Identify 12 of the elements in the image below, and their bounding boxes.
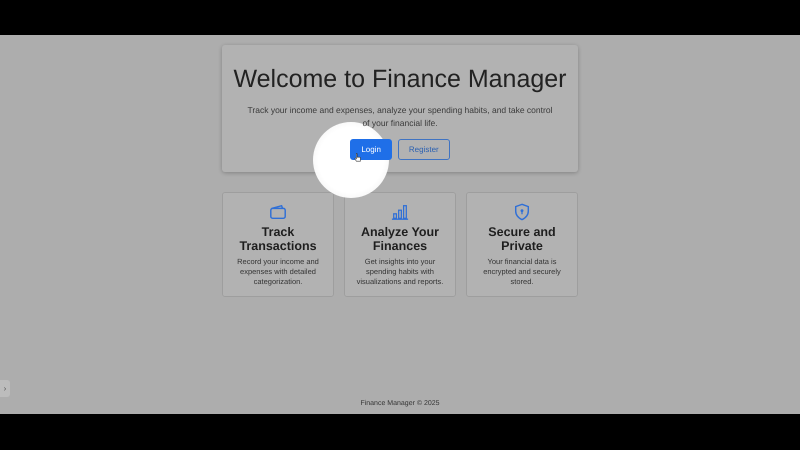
shield-lock-icon: [513, 203, 531, 221]
register-button[interactable]: Register: [398, 139, 450, 160]
feature-title: Secure and Private: [487, 225, 557, 253]
side-panel-toggle[interactable]: ›: [0, 380, 10, 397]
hand-cursor-icon: [354, 153, 362, 163]
bar-chart-icon: [391, 203, 409, 221]
welcome-text: Track your income and expenses, analyze your spending habits, and take control of your financial life.: [246, 104, 554, 129]
welcome-title: Welcome to Finance Manager: [233, 65, 567, 94]
login-button[interactable]: Login: [350, 139, 392, 160]
wallet-icon: [269, 203, 287, 221]
feature-title: Analyze Your Finances: [360, 225, 440, 253]
feature-title: Track Transactions: [238, 225, 318, 253]
